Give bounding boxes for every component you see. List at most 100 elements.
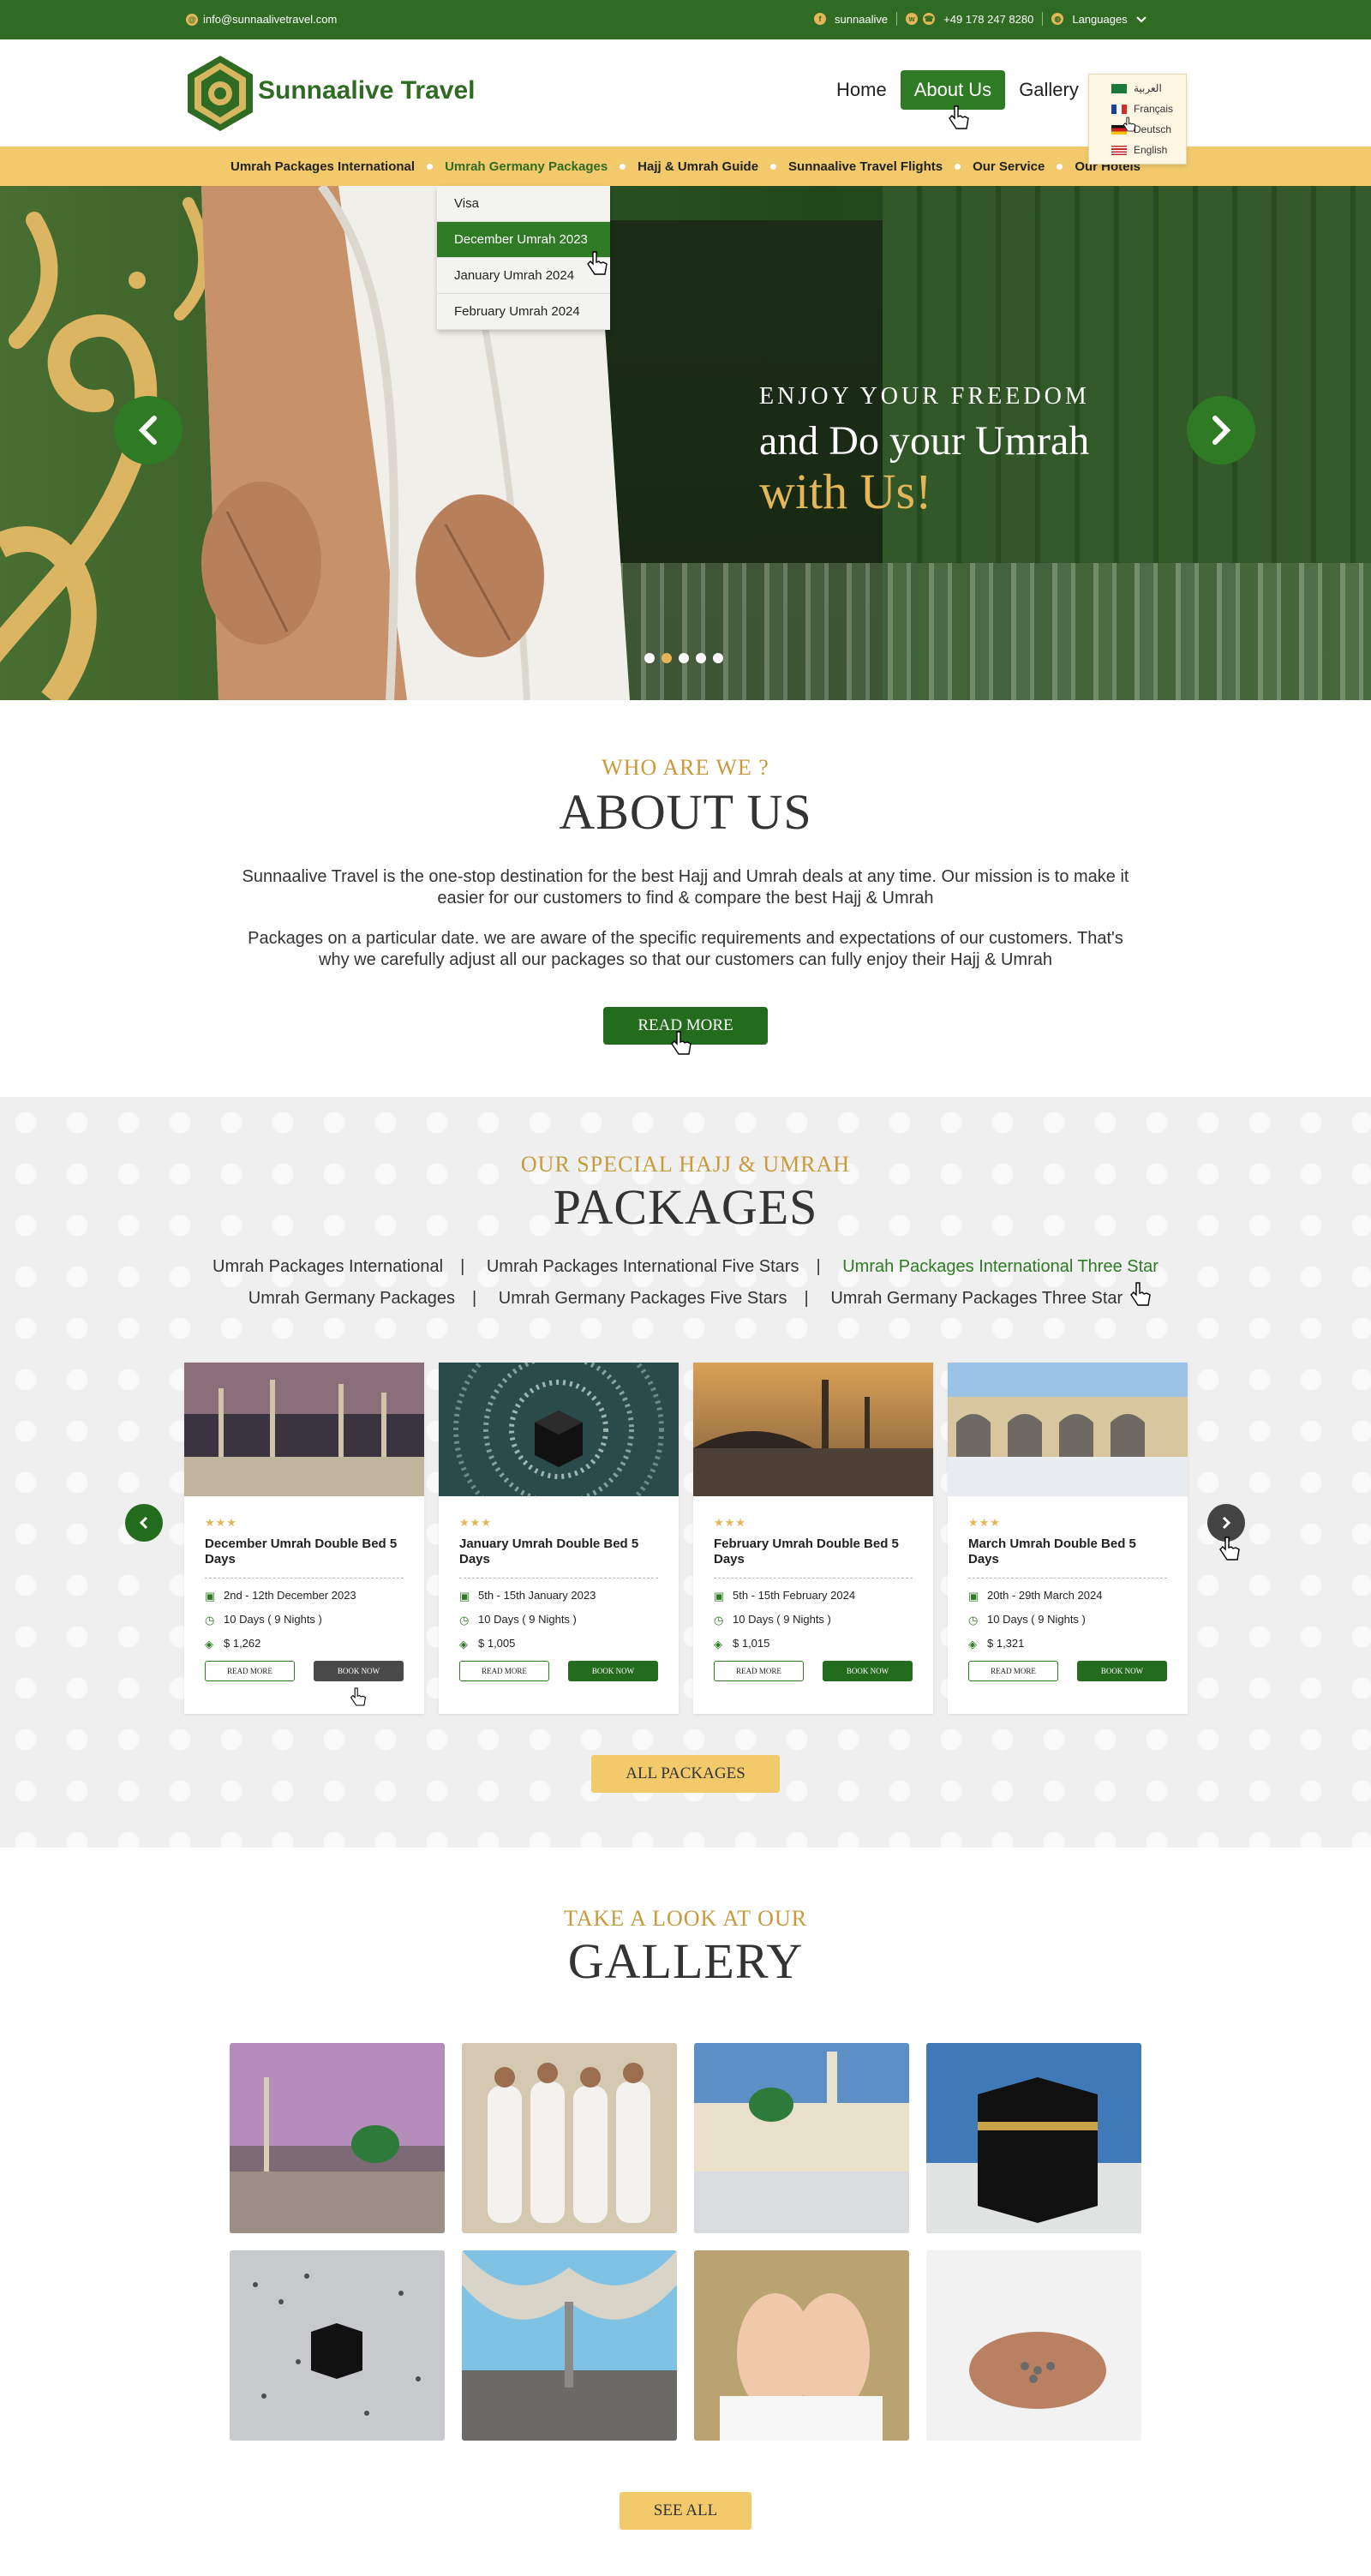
- gallery-image-kaaba-crowd[interactable]: [230, 2250, 445, 2441]
- card-date: 5th - 15th January 2023: [478, 1589, 596, 1602]
- card-book-now-button[interactable]: BOOK NOW: [1077, 1661, 1167, 1681]
- whatsapp-icon[interactable]: w: [906, 13, 919, 25]
- tab-germany-three-star[interactable]: Umrah Germany Packages Three Star: [830, 1289, 1123, 1308]
- email-text[interactable]: info@sunnaalivetravel.com: [203, 13, 337, 26]
- gallery-image-praying-hands[interactable]: [694, 2250, 909, 2441]
- card-price: $ 1,005: [478, 1637, 516, 1650]
- tab-international-three-star[interactable]: Umrah Packages International Three Star: [842, 1257, 1158, 1276]
- subnav-umrah-germany[interactable]: Umrah Germany Packages: [433, 159, 620, 174]
- subnav-our-service[interactable]: Our Service: [961, 159, 1057, 174]
- gallery-image-mosque-sunset[interactable]: [230, 2043, 445, 2233]
- germany-packages-dropdown: Visa December Umrah 2023 January Umrah 2…: [437, 186, 610, 330]
- tab-umrah-international[interactable]: Umrah Packages International: [213, 1257, 443, 1276]
- hand-cursor-icon: [671, 1031, 691, 1055]
- slider-dot[interactable]: [696, 653, 706, 663]
- card-image-mosque-dusk: [184, 1363, 424, 1496]
- language-option-arabic[interactable]: العربية: [1089, 78, 1186, 99]
- card-book-now-button[interactable]: BOOK NOW: [568, 1661, 658, 1681]
- tab-germany-packages[interactable]: Umrah Germany Packages: [248, 1289, 455, 1308]
- hand-cursor-icon: [1219, 1537, 1240, 1561]
- packages-title: PACKAGES: [553, 1179, 818, 1235]
- languages-toggle[interactable]: Languages: [1072, 13, 1127, 26]
- card-title: February Umrah Double Bed 5 Days: [714, 1537, 899, 1567]
- card-duration: 10 Days ( 9 Nights ): [224, 1613, 322, 1626]
- package-card[interactable]: ★★★ December Umrah Double Bed 5 Days ▣ 2n…: [184, 1363, 424, 1714]
- package-card[interactable]: ★★★ February Umrah Double Bed 5 Days ▣ 5t…: [693, 1363, 933, 1714]
- about-title: ABOUT US: [559, 784, 812, 840]
- slider-dot[interactable]: [679, 653, 689, 663]
- slider-dot[interactable]: [662, 653, 672, 663]
- card-read-more-button[interactable]: READ MORE: [968, 1661, 1058, 1681]
- email-contact[interactable]: @ info@sunnaalivetravel.com: [186, 13, 337, 26]
- hero-prev-button[interactable]: [114, 396, 183, 464]
- gallery-image-mosque-arches[interactable]: [694, 2043, 909, 2233]
- card-title: March Umrah Double Bed 5 Days: [968, 1537, 1136, 1567]
- package-cards: ★★★ December Umrah Double Bed 5 Days ▣ 2n…: [184, 1324, 1188, 1714]
- hero-next-button[interactable]: [1187, 396, 1255, 464]
- hand-cursor-icon: [1123, 117, 1136, 132]
- card-stars: ★★★: [205, 1516, 237, 1529]
- hero-slider: ENJOY YOUR FREEDOM and Do your Umrah wit…: [0, 186, 1371, 700]
- card-book-now-button[interactable]: BOOK NOW: [823, 1661, 913, 1681]
- packages-prev-button[interactable]: [125, 1504, 163, 1542]
- hero-line-1: ENJOY YOUR FREEDOM: [759, 383, 1090, 410]
- nav-gallery[interactable]: Gallery: [1005, 70, 1093, 110]
- separator-dot: [955, 163, 961, 170]
- language-label: Deutsch: [1134, 123, 1172, 135]
- nav-home[interactable]: Home: [823, 70, 901, 110]
- packages-section: OUR SPECIAL HAJJ & UMRAH PACKAGES Umrah …: [0, 1097, 1371, 1848]
- gallery-image-hand-beads[interactable]: [926, 2250, 1141, 2441]
- tab-international-five-stars[interactable]: Umrah Packages International Five Stars: [487, 1257, 799, 1276]
- package-card[interactable]: ★★★ March Umrah Double Bed 5 Days ▣ 20th …: [948, 1363, 1188, 1714]
- dropdown-item-visa[interactable]: Visa: [437, 186, 610, 222]
- subnav-flights[interactable]: Sunnaalive Travel Flights: [776, 159, 955, 174]
- language-option-french[interactable]: Français: [1089, 99, 1186, 119]
- card-divider: [714, 1578, 913, 1579]
- dropdown-item-february[interactable]: February Umrah 2024: [437, 294, 610, 330]
- card-read-more-button[interactable]: READ MORE: [205, 1661, 295, 1681]
- phone-text[interactable]: +49 178 247 8280: [943, 13, 1033, 26]
- gallery-image-umbrellas[interactable]: [462, 2250, 677, 2441]
- hand-cursor-icon: [587, 251, 608, 275]
- card-stars: ★★★: [968, 1516, 1001, 1529]
- brand-logo[interactable]: [184, 54, 256, 133]
- card-price: $ 1,262: [224, 1637, 261, 1650]
- tab-germany-five-stars[interactable]: Umrah Germany Packages Five Stars: [499, 1289, 787, 1308]
- separator-dot: [620, 163, 626, 170]
- hand-cursor-icon: [1130, 1282, 1151, 1306]
- card-divider: [968, 1578, 1167, 1579]
- language-menu: العربية Français Deutsch English: [1088, 74, 1187, 165]
- card-read-more-button[interactable]: READ MORE: [459, 1661, 549, 1681]
- see-all-button[interactable]: SEE ALL: [619, 2492, 752, 2530]
- about-paragraph-2: Packages on a particular date. we are aw…: [248, 929, 1123, 969]
- globe-icon: ◍: [1051, 13, 1064, 25]
- dropdown-item-december[interactable]: December Umrah 2023: [437, 222, 610, 258]
- language-option-english[interactable]: English: [1089, 140, 1186, 160]
- facebook-icon[interactable]: f: [814, 13, 826, 25]
- package-card[interactable]: ★★★ January Umrah Double Bed 5 Days ▣ 5th…: [439, 1324, 679, 1714]
- gallery-image-kaaba[interactable]: [926, 2043, 1141, 2233]
- slider-dot[interactable]: [644, 653, 655, 663]
- divider: [1042, 12, 1044, 26]
- card-date: 2nd - 12th December 2023: [224, 1589, 356, 1602]
- slider-dots: [644, 653, 723, 663]
- chevron-down-icon[interactable]: [1135, 13, 1146, 26]
- clock-icon: ◷: [459, 1613, 470, 1626]
- slider-dot[interactable]: [713, 653, 723, 663]
- subnav-umrah-international[interactable]: Umrah Packages International: [219, 159, 427, 174]
- gallery-image-pilgrims-group[interactable]: [462, 2043, 677, 2233]
- brand-name[interactable]: Sunnaalive Travel: [258, 76, 475, 105]
- packages-eyebrow: OUR SPECIAL HAJJ & UMRAH: [520, 1152, 851, 1177]
- phone-icon: ☎: [923, 13, 936, 25]
- card-date: 5th - 15th February 2024: [733, 1589, 856, 1602]
- dropdown-item-january[interactable]: January Umrah 2024: [437, 258, 610, 294]
- language-label: English: [1134, 144, 1168, 156]
- all-packages-button[interactable]: ALL PACKAGES: [591, 1755, 780, 1793]
- subnav-hajj-guide[interactable]: Hajj & Umrah Guide: [626, 159, 770, 174]
- price-tag-icon: ◈: [714, 1637, 722, 1650]
- calendar-icon: ▣: [459, 1589, 470, 1603]
- facebook-text[interactable]: sunnaalive: [835, 13, 888, 26]
- language-option-german[interactable]: Deutsch: [1089, 119, 1186, 140]
- card-book-now-button[interactable]: BOOK NOW: [314, 1661, 404, 1681]
- card-read-more-button[interactable]: READ MORE: [714, 1661, 804, 1681]
